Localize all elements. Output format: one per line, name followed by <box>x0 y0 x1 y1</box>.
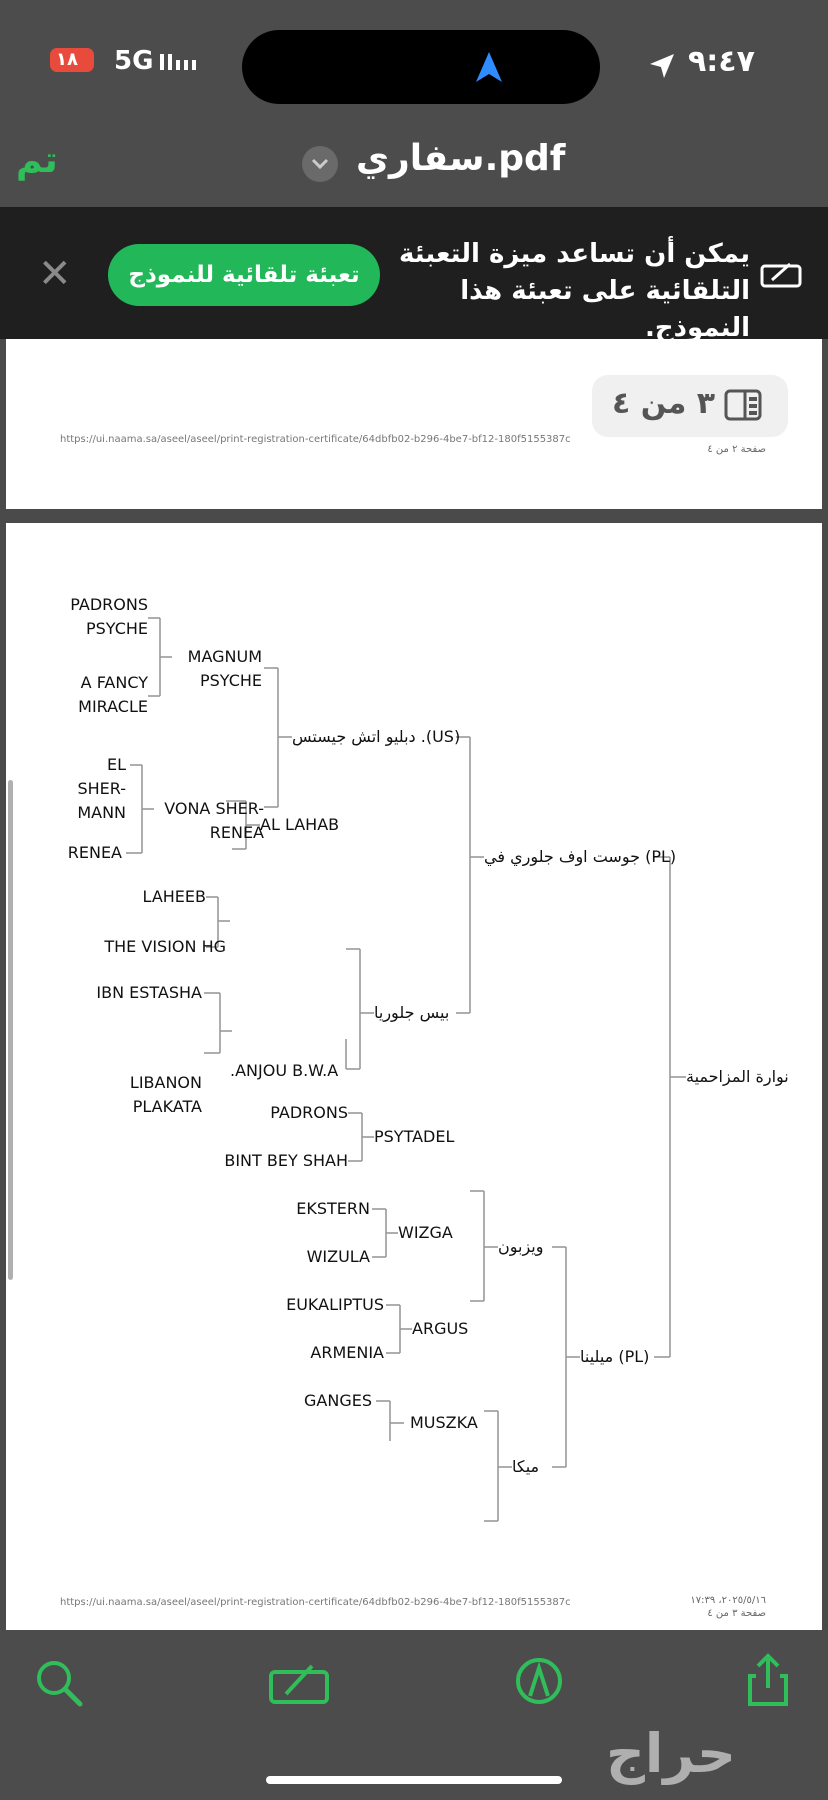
signal-icon <box>160 54 196 70</box>
pedigree-dam-sire: ويزبون <box>498 1237 544 1256</box>
pedigree-g4-2: A FANCY MIRACLE <box>78 673 148 716</box>
autofill-button[interactable]: تعبئة تلقائية للنموذج <box>108 244 380 306</box>
scroll-indicator[interactable] <box>8 780 13 1280</box>
share-icon[interactable] <box>746 1652 790 1708</box>
pedigree-dam-dam: ميكا <box>512 1457 540 1476</box>
pedigree-g4-14: ARMENIA <box>310 1343 384 1362</box>
pedigree-g4-15: GANGES <box>304 1391 372 1410</box>
pedigree-g4-13: EUKALIPTUS <box>286 1295 384 1314</box>
close-icon[interactable]: ✕ <box>38 254 72 294</box>
search-icon[interactable] <box>34 1658 84 1708</box>
battery-icon: ١٨ <box>50 48 94 72</box>
pedigree-g4-6: THE VISION HG <box>104 937 226 956</box>
pedigree-sire: جوست اوف جلوري في (PL) <box>484 847 677 866</box>
page-number: صفحة ٣ من ٤ <box>707 1608 766 1619</box>
pedigree-g3-5: PSYTADEL <box>374 1127 455 1146</box>
pedigree-g3-3: AL LAHAB <box>260 815 340 834</box>
pedigree-sire-dam: بيس جلوريا <box>374 1003 450 1022</box>
network-label: 5G <box>114 46 154 76</box>
page-url: https://ui.naama.sa/aseel/aseel/print-re… <box>60 434 571 445</box>
pedigree-g4-3: EL SHER-MANN <box>77 755 126 822</box>
done-button[interactable]: تم <box>16 140 58 181</box>
pedigree-g3-4: .ANJOU B.W.A <box>230 1061 339 1080</box>
markup-icon[interactable] <box>268 1660 330 1706</box>
pedigree-g4-5: LAHEEB <box>142 887 206 906</box>
page-url: https://ui.naama.sa/aseel/aseel/print-re… <box>60 1597 571 1608</box>
pedigree-subject: نوارة المزاحمية <box>686 1067 789 1086</box>
title-menu-button[interactable] <box>302 146 338 182</box>
sidebar-toggle-icon <box>724 389 762 421</box>
page-number: صفحة ٢ من ٤ <box>707 444 766 455</box>
form-fill-icon <box>760 262 802 288</box>
pedigree-g3-7: ARGUS <box>412 1319 469 1338</box>
document-title[interactable]: سفاري.pdf <box>356 138 565 179</box>
pedigree-g4-8: LIBANON PLAKATA <box>129 1073 202 1116</box>
home-indicator[interactable] <box>266 1776 562 1784</box>
pedigree-g4-11: EKSTERN <box>296 1199 370 1218</box>
dynamic-island <box>242 30 600 104</box>
location-arrow-icon <box>650 54 674 78</box>
page-timestamp: ٢٠٢٥/٥/١٦، ١٧:٣٩ <box>690 1595 766 1606</box>
navigation-arrow-icon <box>476 52 502 82</box>
annotate-icon[interactable] <box>514 1656 564 1706</box>
watermark: حراج <box>606 1722 736 1785</box>
battery-level: ١٨ <box>56 49 78 70</box>
clock: ٩:٤٧ <box>688 44 755 79</box>
pedigree-dam: ميلينا (PL) <box>580 1347 650 1366</box>
pedigree-g4-12: WIZULA <box>306 1247 370 1266</box>
pdf-page-3: نوارة المزاحمية جوست اوف جلوري في (PL) م… <box>6 523 822 1630</box>
pedigree-g3-8: MUSZKA <box>410 1413 478 1432</box>
pedigree-g3-6: WIZGA <box>398 1223 453 1242</box>
pedigree-g4-7: IBN ESTASHA <box>96 983 202 1002</box>
autofill-message: يمكن أن تساعد ميزة التعبئة التلقائية على… <box>399 239 750 343</box>
pedigree-g4-10: BINT BEY SHAH <box>224 1151 348 1170</box>
pedigree-sire-sire: دبليو اتش جيستس .(US) <box>292 727 461 746</box>
pedigree-g3-1: MAGNUM PSYCHE <box>187 647 262 690</box>
pedigree-g3-2: VONA SHER-RENEA <box>164 799 264 842</box>
chevron-down-icon <box>311 158 329 170</box>
pedigree-g4-4: RENEA <box>67 843 122 862</box>
pedigree-g4-1: PADRONS PSYCHE <box>70 595 148 638</box>
page-indicator-label: ٣ من ٤ <box>612 386 716 421</box>
pedigree-g4-9: PADRONS <box>270 1103 348 1122</box>
